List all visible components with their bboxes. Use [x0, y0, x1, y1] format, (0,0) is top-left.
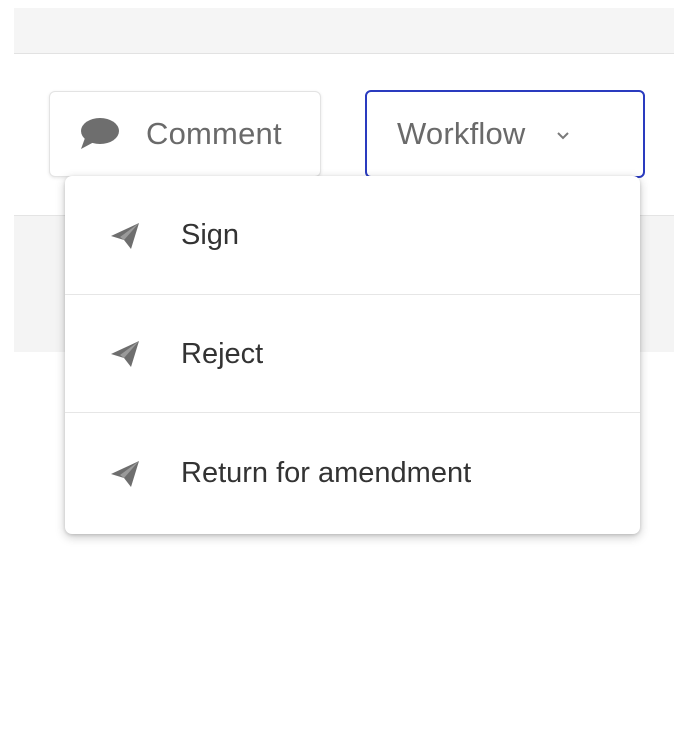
menu-item-label: Sign — [181, 219, 240, 251]
comment-icon — [81, 118, 119, 149]
menu-item-label: Return for amendment — [181, 457, 472, 489]
workflow-button-label: Workflow — [397, 116, 526, 151]
workflow-menu: Sign Reject Return for amendment — [65, 176, 640, 534]
menu-item-label: Reject — [181, 337, 264, 370]
menu-item-sign[interactable]: Sign — [65, 176, 640, 295]
workflow-dropdown-button[interactable]: Workflow — [365, 90, 645, 178]
send-icon — [111, 341, 139, 367]
chevron-down-icon — [556, 132, 569, 140]
comment-button[interactable]: Comment — [49, 91, 321, 177]
comment-button-label: Comment — [146, 116, 282, 151]
menu-item-return-for-amendment[interactable]: Return for amendment — [65, 413, 640, 534]
menu-item-reject[interactable]: Reject — [65, 295, 640, 413]
send-icon — [111, 222, 139, 249]
send-icon — [111, 460, 139, 487]
app-viewport: Comment Workflow Sign Reject Return for … — [0, 0, 674, 731]
header-strip — [14, 8, 674, 54]
